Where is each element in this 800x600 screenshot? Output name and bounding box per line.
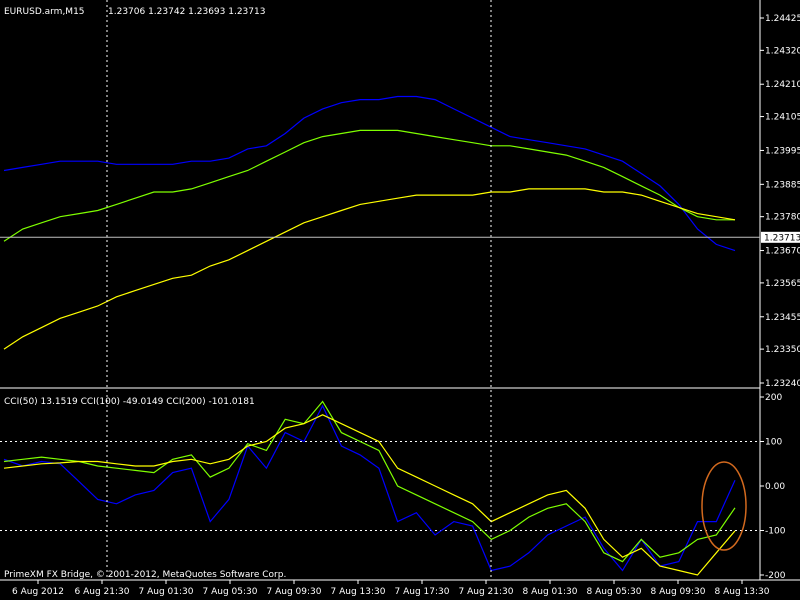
copyright-label: PrimeXM FX Bridge, © 2001-2012, MetaQuot…: [4, 570, 286, 580]
price-tick-label: 1.23995: [765, 146, 800, 156]
time-tick-label: 8 Aug 13:30: [715, 587, 770, 597]
time-tick-label: 6 Aug 2012: [12, 587, 64, 597]
cci-levels: [0, 441, 760, 531]
cci-line-2: [3, 414, 736, 576]
cci-tick-label: 200: [765, 393, 782, 403]
time-tick-label: 8 Aug 05:30: [587, 587, 642, 597]
time-tick-label: 7 Aug 05:30: [203, 587, 258, 597]
price-tick-label: 1.24105: [765, 113, 800, 123]
chart-canvas: 1.24425 1.24320 1.24210 1.24105 1.23995 1.238…: [0, 0, 800, 597]
time-tick-label: 7 Aug 13:30: [331, 587, 386, 597]
time-axis-ticks: 6 Aug 2012 6 Aug 21:30 7 Aug 01:30 7 Aug 05…: [12, 580, 770, 597]
ohlc-label: 1.23706 1.23742 1.23693 1.23713: [108, 7, 265, 17]
symbol-label: EURUSD.arm,M15: [4, 7, 85, 17]
price-tick-label: 1.24210: [765, 80, 800, 90]
price-ma-line-2: [3, 188, 736, 350]
cci-line-0: [3, 404, 736, 572]
price-axis-ticks: 1.24425 1.24320 1.24210 1.24105 1.23995 1.238…: [760, 14, 800, 389]
cci-title: CCI(50) 13.1519 CCI(100) -49.0149 CCI(20…: [4, 397, 255, 407]
vertical-markers: [106, 0, 492, 580]
cci-tick-label: 0.00: [765, 482, 785, 492]
price-tick-label: 1.23455: [765, 313, 800, 323]
price-tick-label: 1.23885: [765, 180, 800, 190]
price-ma-line-1: [3, 129, 735, 242]
price-tick-label: 1.24425: [765, 14, 800, 24]
cci-series-group: [3, 400, 736, 576]
current-price-label: 1.23713: [764, 233, 800, 243]
price-tick-label: 1.23670: [765, 247, 800, 257]
time-tick-label: 6 Aug 21:30: [75, 587, 130, 597]
cci-line-1: [3, 400, 736, 563]
price-tick-label: 1.24320: [765, 46, 800, 56]
time-tick-label: 7 Aug 17:30: [395, 587, 450, 597]
cci-tick-label: -100: [765, 527, 786, 537]
time-tick-label: 8 Aug 01:30: [523, 587, 578, 597]
time-tick-label: 7 Aug 01:30: [139, 587, 194, 597]
cci-tick-label: -200: [765, 571, 786, 581]
cci-tick-label: 100: [765, 438, 782, 448]
time-tick-label: 7 Aug 21:30: [459, 587, 514, 597]
cci-axis-ticks: 200 100 0.00 -100 -200: [760, 393, 786, 581]
price-tick-label: 1.23240: [765, 379, 800, 389]
price-tick-label: 1.23350: [765, 345, 800, 355]
price-series-group: [3, 95, 736, 350]
price-tick-label: 1.23780: [765, 213, 800, 223]
price-tick-label: 1.23565: [765, 279, 800, 289]
time-tick-label: 8 Aug 09:30: [651, 587, 706, 597]
price-ma-line-0: [3, 95, 736, 252]
time-tick-label: 7 Aug 09:30: [267, 587, 322, 597]
